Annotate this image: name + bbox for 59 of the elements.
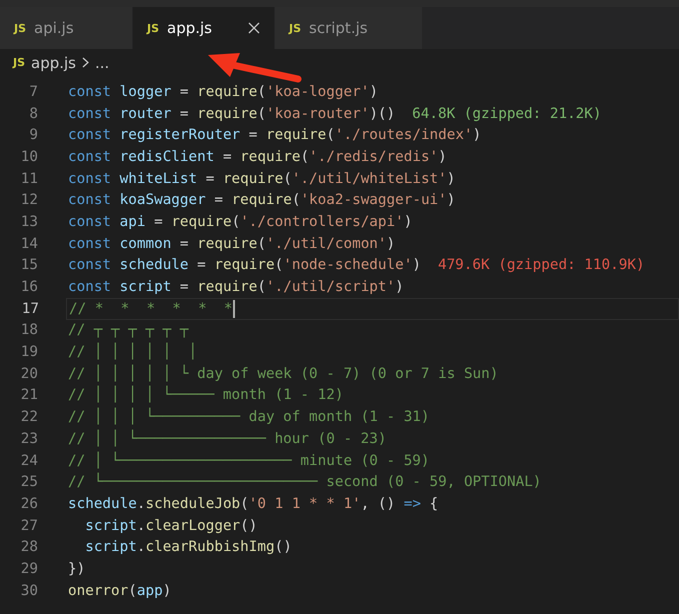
code-line: // ┬ ┬ ┬ ┬ ┬ ┬: [68, 322, 189, 338]
code-line: const registerRouter = require('./routes/index'): [68, 127, 482, 144]
chevron-icon: [82, 57, 90, 68]
line-number: 11: [20, 170, 38, 187]
line-number: 18: [20, 322, 38, 338]
code-line: }): [68, 560, 86, 577]
line-number: 20: [20, 366, 38, 382]
code-line: // │ │ │ │ └───── month (1 - 12): [68, 387, 344, 404]
code-line: // │ │ └─────────────── hour (0 - 23): [68, 430, 386, 447]
js-file-label: JS: [13, 56, 26, 69]
code-line: // * * * * * *: [69, 300, 233, 317]
code-line: const redisClient = require('./redis/redis'): [68, 148, 447, 165]
line-number: 19: [20, 344, 38, 360]
line-number: 21: [20, 387, 38, 404]
file-tab[interactable]: JS app.js: [133, 7, 275, 49]
code-line: const common = require('./util/comon'): [68, 236, 396, 252]
breadcrumb-item[interactable]: app.js: [31, 54, 76, 72]
line-number: 7: [28, 84, 38, 100]
line-number: 9: [28, 127, 38, 144]
code-line: const whiteList = require('./util/whiteList'): [68, 170, 456, 187]
code-line: const script = require('./util/script'): [68, 279, 404, 296]
import-size-hint: 64.8K (gzipped: 21.2K): [412, 106, 602, 122]
code-line: const api = require('./controllers/api'): [68, 214, 412, 230]
line-number: 10: [20, 148, 38, 165]
close-icon[interactable]: [248, 22, 260, 34]
code-line: // │ │ │ └────────── day of month (1 - 31): [68, 409, 430, 426]
code-line: // │ └──────────────────── minute (0 - 59): [68, 452, 430, 469]
line-number: 8: [28, 106, 38, 122]
line-number: 22: [20, 409, 38, 426]
line-number: 14: [20, 236, 38, 252]
code-line: // └───────────────────────── second (0 - 59, OPTIONAL): [68, 474, 542, 490]
text-cursor: [232, 300, 235, 318]
file-tab[interactable]: JS api.js: [0, 7, 133, 49]
code-line: const schedule = require('node-schedule'): [68, 257, 421, 274]
code-line: // │ │ │ │ │ └ day of week (0 - 7) (0 or 7 is Sun): [68, 366, 498, 382]
line-number: 25: [20, 474, 38, 490]
line-number: 30: [20, 582, 38, 599]
breadcrumb-item[interactable]: ...: [95, 54, 110, 72]
line-number: 26: [20, 496, 38, 512]
file-tab[interactable]: JS script.js: [275, 7, 423, 49]
code-line: schedule.scheduleJob('0 1 1 * * 1', () => {: [68, 496, 438, 512]
line-number: 29: [20, 560, 38, 577]
code-line: script.clearLogger(): [84, 518, 258, 534]
code-line: const logger = require('koa-logger'): [68, 84, 378, 100]
line-number: 13: [20, 214, 38, 230]
line-number: 17: [20, 300, 39, 317]
line-number: 24: [20, 452, 38, 469]
line-number: 15: [20, 257, 38, 274]
line-number: 23: [20, 430, 38, 447]
import-size-hint: 479.6K (gzipped: 110.9K): [438, 257, 645, 274]
line-number: 28: [20, 539, 38, 556]
code-line: // │ │ │ │ │ │: [68, 344, 198, 360]
line-number: 27: [20, 518, 38, 534]
code-line: script.clearRubbishImg(): [84, 539, 292, 556]
line-number: 12: [20, 192, 38, 208]
code-line: onerror(app): [68, 582, 172, 599]
code-line: const koaSwagger = require('koa2-swagger-ui'): [68, 192, 456, 208]
line-number: 16: [20, 279, 38, 296]
code-line: const router = require('koa-router')(): [68, 106, 396, 122]
